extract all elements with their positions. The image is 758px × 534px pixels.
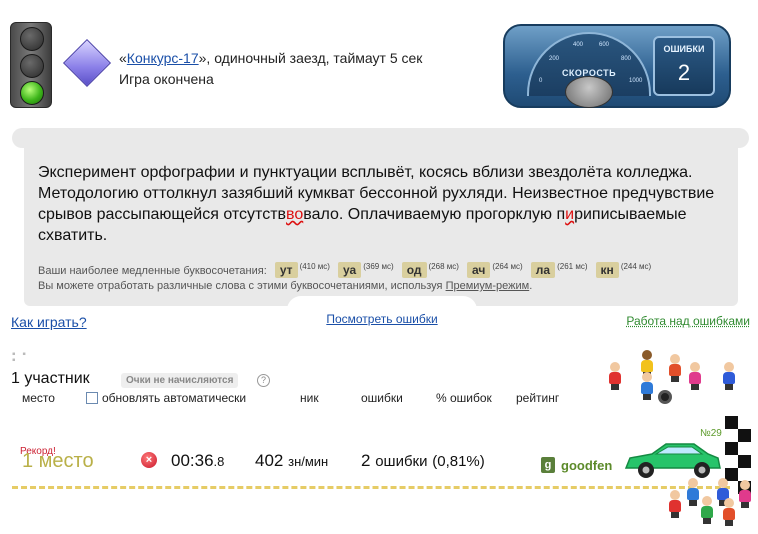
gauge-tick: 800 bbox=[621, 56, 632, 62]
errors-counter-value: 2 bbox=[677, 60, 691, 85]
header-errors: ошибки bbox=[361, 391, 403, 405]
show-errors-link[interactable]: Посмотреть ошибки bbox=[287, 312, 477, 326]
race-title: «Конкурс-17», одиночный заезд, таймаут 5… bbox=[119, 48, 422, 69]
gauge-tick: 200 bbox=[549, 56, 560, 62]
slow-combos-label: Ваши наиболее медленные буквосочетания: bbox=[38, 265, 267, 277]
result-errors-pct: (0,81%) bbox=[432, 453, 485, 470]
spectator-icon bbox=[722, 362, 736, 390]
race-track-line bbox=[12, 486, 730, 489]
premium-mode-link[interactable]: Премиум-режим bbox=[446, 280, 530, 292]
contest-link[interactable]: Конкурс-17 bbox=[127, 50, 199, 66]
traffic-light-green-lamp bbox=[20, 81, 44, 105]
slow-combo: ла bbox=[530, 262, 556, 278]
result-time: 00:36.8 bbox=[171, 451, 224, 471]
spectator-icon bbox=[738, 480, 752, 508]
result-time-main: 00:36 bbox=[171, 451, 214, 470]
remove-icon[interactable]: × bbox=[141, 452, 157, 468]
race-title-quote: « bbox=[119, 50, 127, 66]
passage-error-mark: во bbox=[286, 206, 304, 223]
slow-combo: од bbox=[401, 262, 427, 278]
slow-combo-ms: (264 мс) bbox=[492, 262, 523, 271]
race-status: Игра окончена bbox=[119, 71, 214, 87]
result-errors: 2 ошибки (0,81%) bbox=[361, 451, 485, 471]
spectator-icon bbox=[722, 498, 736, 526]
race-description: », одиночный заезд, таймаут 5 сек bbox=[198, 50, 423, 66]
race-type-diamond-icon bbox=[62, 38, 112, 88]
result-errors-unit: ошибки bbox=[375, 453, 428, 470]
result-errors-value: 2 bbox=[361, 451, 371, 470]
premium-text: Вы можете отработать различные слова с э… bbox=[38, 280, 446, 292]
spectator-icon bbox=[688, 362, 702, 390]
player-nick-link[interactable]: goodfen bbox=[561, 458, 612, 473]
slow-combo: ут bbox=[274, 262, 298, 278]
gauge-knob bbox=[565, 76, 613, 108]
header-nick: ник bbox=[300, 391, 319, 405]
slow-combo-ms: (268 мс) bbox=[428, 262, 459, 271]
premium-row: Вы можете отработать различные слова с э… bbox=[38, 280, 532, 292]
passage-text: вало. Оплачиваемую прогорклую п bbox=[303, 206, 566, 223]
header-place: место bbox=[22, 391, 55, 405]
gauge-tick: 1000 bbox=[629, 78, 643, 84]
spectator-icon bbox=[700, 496, 714, 524]
traffic-light-icon bbox=[10, 22, 52, 108]
slow-combo: уа bbox=[338, 262, 362, 278]
result-speed: 402 зн/мин bbox=[255, 451, 328, 471]
slow-combo-ms: (410 мс) bbox=[299, 262, 330, 271]
slow-combo-ms: (261 мс) bbox=[557, 262, 588, 271]
result-time-frac: .8 bbox=[213, 454, 225, 469]
race-info: «Конкурс-17», одиночный заезд, таймаут 5… bbox=[119, 48, 422, 90]
race-page: «Конкурс-17», одиночный заезд, таймаут 5… bbox=[0, 0, 758, 534]
typed-passage: Эксперимент орфографии и пунктуации вспл… bbox=[38, 162, 728, 246]
passage-error-mark: и bbox=[565, 206, 575, 223]
header-auto-update[interactable]: обновлять автоматически bbox=[102, 391, 246, 405]
spectator-icon bbox=[686, 478, 700, 506]
user-rank-icon: g bbox=[541, 457, 555, 473]
header-error-pct: % ошибок bbox=[436, 391, 492, 405]
no-points-badge: Очки не начисляются bbox=[121, 373, 239, 388]
decorative-dots: ▪ ▪ ▪ bbox=[12, 349, 28, 366]
participants-count: 1 участник bbox=[11, 370, 90, 387]
work-on-errors-link[interactable]: Работа над ошибками bbox=[626, 314, 750, 328]
traffic-light-red-lamp bbox=[20, 27, 44, 51]
errors-counter-title: ОШИБКИ bbox=[663, 44, 705, 54]
how-to-play-link[interactable]: Как играть? bbox=[11, 314, 87, 330]
spectator-icon bbox=[640, 372, 654, 400]
result-place: 1 место bbox=[22, 450, 94, 472]
slow-combo-ms: (244 мс) bbox=[620, 262, 652, 271]
gauge-tick: 600 bbox=[599, 42, 610, 48]
slow-combo: ач bbox=[466, 262, 491, 278]
result-speed-value: 402 bbox=[255, 451, 284, 470]
slow-combo: кн bbox=[595, 262, 619, 278]
spectator-icon bbox=[668, 490, 682, 518]
auto-update-checkbox[interactable] bbox=[86, 392, 98, 404]
spectator-icon bbox=[608, 362, 622, 390]
premium-end: . bbox=[529, 280, 533, 292]
spectator-icon bbox=[668, 354, 682, 382]
help-icon[interactable]: ? bbox=[257, 374, 270, 387]
traffic-light-yellow-lamp bbox=[20, 54, 44, 78]
text-panel: Эксперимент орфографии и пунктуации вспл… bbox=[24, 138, 738, 306]
errors-counter: ОШИБКИ 2 bbox=[653, 36, 715, 96]
tire-icon bbox=[656, 384, 674, 412]
race-car-icon bbox=[624, 443, 721, 478]
slow-combos-row: Ваши наиболее медленные буквосочетания: … bbox=[38, 262, 651, 278]
header-rating: рейтинг bbox=[516, 391, 560, 405]
gauge-tick: 0 bbox=[539, 78, 543, 84]
car-number: №29 bbox=[700, 428, 722, 439]
gauge-tick: 400 bbox=[573, 42, 584, 48]
speed-dashboard: 0 200 400 600 800 1000 СКОРОСТЬ ОШИБКИ 2 bbox=[503, 24, 731, 108]
slow-combo-ms: (369 мс) bbox=[363, 262, 394, 271]
result-speed-unit: зн/мин bbox=[288, 454, 329, 469]
